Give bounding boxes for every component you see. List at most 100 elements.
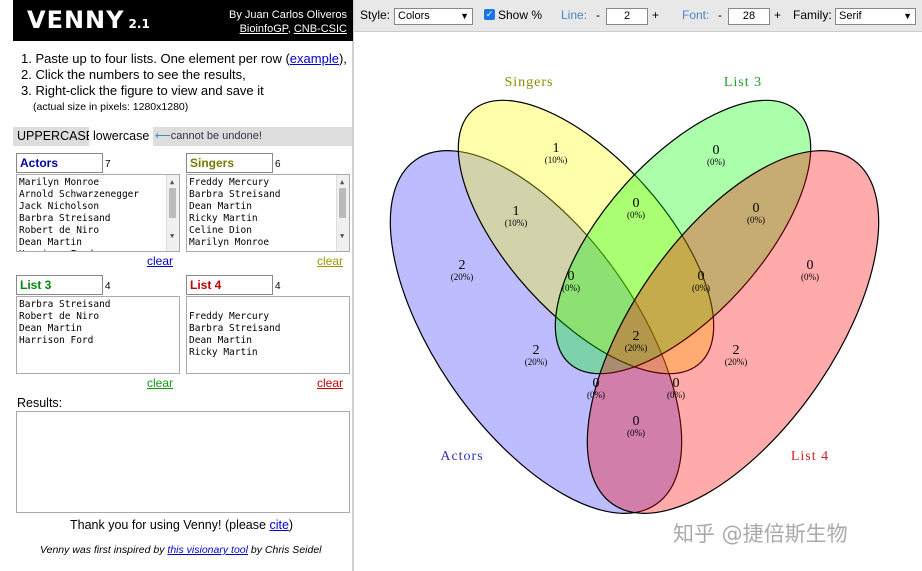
list1-clear-link[interactable]: clear	[147, 254, 173, 268]
family-label: Family:	[793, 8, 832, 22]
list4-count: 4	[275, 281, 281, 292]
line-decrement[interactable]: -	[596, 8, 600, 22]
region-count[interactable]: 2	[533, 343, 540, 358]
font-size-input[interactable]: 28	[728, 8, 770, 25]
scroll-up-icon[interactable]: ▲	[340, 176, 344, 188]
list-item: Dean Martin	[19, 237, 82, 248]
brand-header: Venny 2.1 By Juan Carlos Oliveros Bioinfo…	[13, 0, 353, 41]
results-textarea[interactable]	[16, 411, 350, 513]
scroll-up-icon[interactable]: ▲	[170, 176, 174, 188]
cnb-csic-link[interactable]: CNB-CSIC	[294, 23, 347, 35]
list2-name-input[interactable]: Singers	[186, 153, 273, 173]
visionary-tool-link[interactable]: this visionary tool	[167, 544, 248, 556]
list-item: Harrison Ford	[19, 249, 177, 251]
example-link[interactable]: example	[290, 51, 339, 66]
chevron-down-icon: ▼	[460, 11, 469, 21]
list4-name-input[interactable]: List 4	[186, 275, 273, 295]
list-item: Barbra Streisand	[189, 323, 281, 334]
list3-clear-link[interactable]: clear	[147, 376, 173, 390]
region-count[interactable]: 1	[513, 204, 520, 219]
list4-clear-link[interactable]: clear	[317, 376, 343, 390]
scroll-down-icon[interactable]: ▼	[340, 230, 344, 242]
list-item: Barbra Streisand	[189, 189, 281, 200]
author-name: By Juan Carlos Oliveros	[229, 9, 347, 21]
list-item: Barbra Streisand	[19, 213, 111, 224]
font-decrement[interactable]: -	[718, 8, 722, 22]
region-count[interactable]: 0	[698, 269, 705, 284]
list3-textarea[interactable]: Barbra Streisand Robert de Niro Dean Marti…	[16, 296, 180, 374]
region-count[interactable]: 0	[568, 269, 575, 284]
list-item: Barbra Streisand	[19, 299, 111, 310]
list-item: Harrison Ford	[19, 335, 94, 346]
region-count[interactable]: 0	[753, 201, 760, 216]
show-percent-checkbox[interactable]: ✓	[484, 9, 495, 20]
author-credit: By Juan Carlos Oliveros BioinfoGP, CNB-C…	[229, 9, 347, 35]
list4-textarea[interactable]: Freddy Mercury Barbra Streisand Dean Marti…	[186, 296, 350, 374]
results-label: Results:	[17, 396, 63, 410]
cite-link[interactable]: cite	[269, 518, 288, 532]
region-percent: (0%)	[562, 283, 580, 293]
list2-scrollbar[interactable]: ▲ ▼	[336, 175, 349, 251]
chevron-down-icon: ▼	[903, 11, 912, 21]
list1-name-input[interactable]: Actors	[16, 153, 103, 173]
region-count[interactable]: 0	[593, 376, 600, 391]
region-count[interactable]: 0	[633, 196, 640, 211]
case-warning: ⟵cannot be undone!	[155, 130, 262, 142]
inspired-text: Venny was first inspired by this visiona…	[40, 544, 322, 556]
size-note: (actual size in pixels: 1280x1280)	[33, 101, 189, 113]
family-select[interactable]: Serif ▼	[835, 8, 916, 25]
list2-clear-link[interactable]: clear	[317, 254, 343, 268]
list-item	[189, 299, 347, 311]
list-item: Arnold Schwarzenegger	[19, 189, 140, 200]
left-panel: Venny 2.1 By Juan Carlos Oliveros Bioinfo…	[0, 0, 354, 571]
bioinfogp-link[interactable]: BioinfoGP	[240, 23, 288, 35]
region-count[interactable]: 2	[633, 329, 640, 344]
region-count[interactable]: 0	[713, 143, 720, 158]
list3-name-input[interactable]: List 3	[16, 275, 103, 295]
line-width-input[interactable]: 2	[606, 8, 648, 25]
font-label: Font:	[682, 8, 710, 22]
region-count[interactable]: 1	[553, 141, 560, 156]
region-percent: (0%)	[692, 283, 710, 293]
list-item: Marilyn Monroe	[189, 237, 270, 248]
line-increment[interactable]: +	[652, 8, 659, 22]
list1-scrollbar[interactable]: ▲ ▼	[166, 175, 179, 251]
region-percent: (0%)	[667, 390, 685, 400]
list-item: Ricky Martin	[189, 347, 258, 358]
region-count[interactable]: 2	[733, 343, 740, 358]
uppercase-button[interactable]: UPPERCASE	[17, 127, 94, 146]
font-increment[interactable]: +	[774, 8, 781, 22]
style-select[interactable]: Colors ▼	[394, 8, 473, 25]
watermark: 知乎 @捷倍斯生物	[673, 522, 848, 546]
region-count[interactable]: 0	[807, 258, 814, 273]
step-2: 2. Click the numbers to see the results,	[21, 67, 246, 82]
list-item: Robert de Niro	[19, 311, 100, 322]
region-percent: (0%)	[747, 215, 765, 225]
region-count[interactable]: 0	[633, 414, 640, 429]
list-item: Celine Dion	[189, 225, 252, 236]
list-item: Freddy Mercury	[189, 177, 270, 188]
list-item: Robert de Niro	[19, 225, 100, 236]
region-percent: (10%)	[505, 218, 528, 228]
figure-toolbar: Style: Colors ▼ ✓ Show % Line: - 2 + Font…	[354, 0, 922, 32]
list-item: Dean Martin	[189, 201, 252, 212]
list-item: Dean Martin	[189, 335, 252, 346]
lowercase-button[interactable]: lowercase	[89, 127, 154, 146]
list3-count: 4	[105, 281, 111, 292]
scroll-down-icon[interactable]: ▼	[170, 230, 174, 242]
venn-set-label: Singers	[505, 75, 554, 90]
arrow-left-icon: ⟵	[155, 130, 171, 142]
list-item: Dean Martin	[19, 323, 82, 334]
venn-diagram: ActorsSingers List 3List 4 1(10%)0(0%)1(1…	[389, 75, 880, 514]
region-percent: (20%)	[525, 357, 548, 367]
show-percent-label: Show %	[498, 8, 543, 22]
list1-textarea[interactable]: ▲ ▼ Marilyn Monroe Arnold Schwarzenegger Ja…	[16, 174, 180, 252]
venn-set-label: List 4	[791, 449, 829, 464]
region-count[interactable]: 0	[673, 376, 680, 391]
region-percent: (20%)	[451, 272, 474, 282]
list2-textarea[interactable]: ▲ ▼ Freddy Mercury Barbra Streisand Dean Ma…	[186, 174, 350, 252]
region-percent: (0%)	[801, 272, 819, 282]
region-percent: (0%)	[627, 210, 645, 220]
region-count[interactable]: 2	[459, 258, 466, 273]
style-label: Style:	[360, 8, 391, 22]
